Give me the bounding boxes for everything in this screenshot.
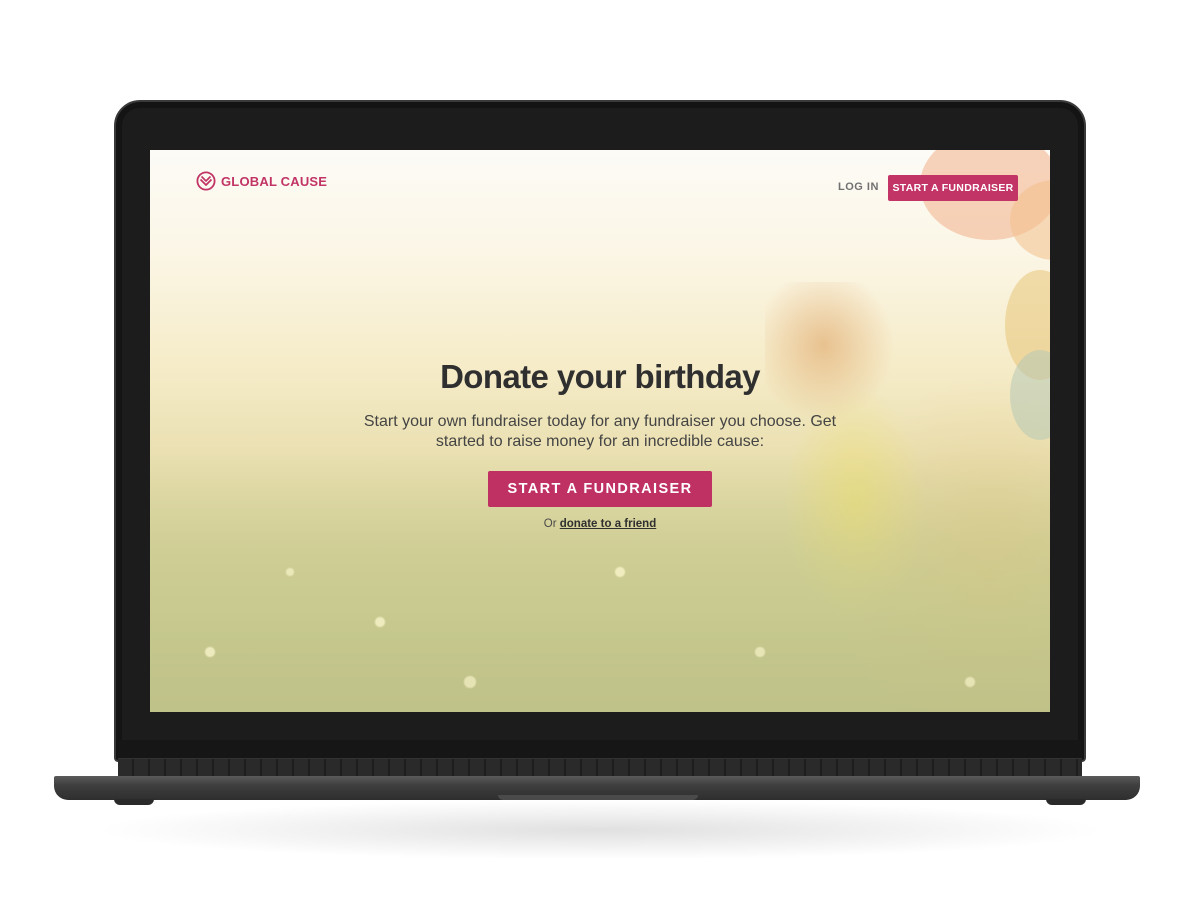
donate-alternative: Or donate to a friend [300,518,900,530]
login-link[interactable]: LOG IN [838,181,879,193]
hero-subtitle: Start your own fundraiser today for any … [363,413,837,450]
globe-heart-icon [196,171,216,191]
hero-section: Donate your birthday Start your own fund… [300,358,900,530]
start-fundraiser-nav-button[interactable]: START A FUNDRAISER [888,175,1018,201]
start-fundraiser-button[interactable]: START A FUNDRAISER [488,471,712,507]
laptop-keyboard [118,758,1082,778]
brand-name: GLOBAL CAUSE [221,173,328,189]
top-navigation: GLOBAL CAUSE LOG IN START A FUNDRAISER [150,150,1050,230]
hero-title: Donate your birthday [440,358,760,395]
brand-logo[interactable]: GLOBAL CAUSE [196,171,327,191]
laptop-shadow [90,800,1110,860]
laptop-opening-notch [498,795,698,800]
alt-prefix-text: Or [543,518,557,530]
laptop-foot [1046,799,1086,805]
laptop-screen: GLOBAL CAUSE LOG IN START A FUNDRAISER D… [150,150,1050,712]
laptop-foot [114,799,154,805]
donate-to-friend-link[interactable]: donate to a friend [560,518,656,530]
